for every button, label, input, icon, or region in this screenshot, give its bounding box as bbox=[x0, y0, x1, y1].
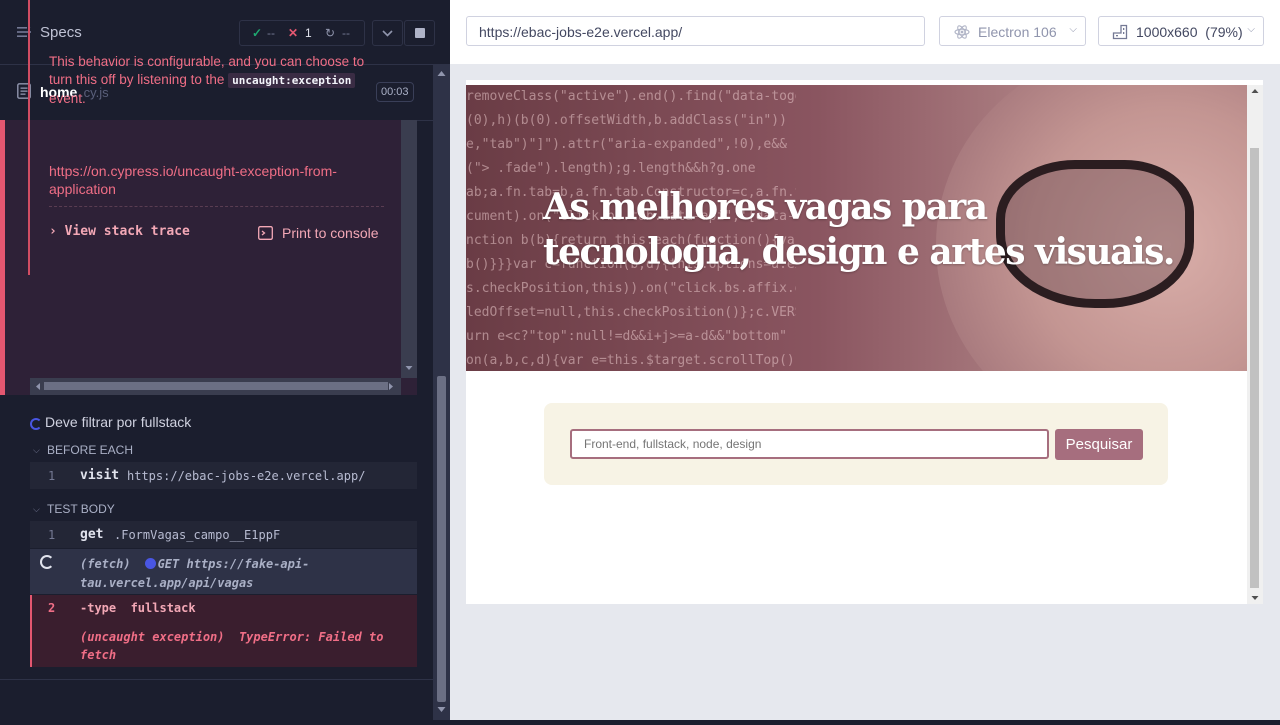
command-message: fullstack bbox=[130, 601, 196, 615]
error-divider bbox=[49, 206, 384, 207]
before-each-header[interactable]: BEFORE EACH bbox=[47, 443, 133, 457]
failed-count: 1 bbox=[305, 26, 312, 40]
browser-selector[interactable]: Electron 106 ⌵ bbox=[939, 16, 1086, 46]
stop-icon bbox=[415, 28, 425, 38]
pending-dot-icon bbox=[144, 558, 156, 569]
command-name: visit bbox=[80, 468, 120, 483]
scroll-down-arrow-icon[interactable] bbox=[401, 120, 417, 378]
docs-link[interactable]: https://on.cypress.io/uncaught-exception… bbox=[49, 162, 369, 198]
error-vertical-scrollbar[interactable] bbox=[401, 120, 417, 378]
reporter-panel: Specs ✓ -- ✕ 1 ↻ -- home .cy.js 00:03 Th… bbox=[0, 0, 450, 720]
stop-button[interactable] bbox=[404, 20, 435, 46]
reporter-scroll-thumb[interactable] bbox=[437, 376, 446, 702]
viewport-dimensions: 1000x660 bbox=[1136, 24, 1198, 40]
app-preview-panel: https://ebac-jobs-e2e.vercel.app/ Electr… bbox=[450, 0, 1280, 720]
pending-count: -- bbox=[342, 26, 350, 40]
ruler-icon bbox=[1112, 24, 1128, 40]
view-stack-trace-label: View stack trace bbox=[64, 224, 190, 239]
viewport-selector[interactable]: 1000x660 (79%) ⌵ bbox=[1098, 16, 1264, 46]
passed-count: -- bbox=[267, 26, 275, 40]
hero-title: As melhores vagas para tecnologia, desig… bbox=[543, 186, 1175, 273]
search-input[interactable] bbox=[570, 429, 1049, 459]
error-prefix: (uncaught exception) bbox=[80, 630, 225, 644]
command-number: 1 bbox=[48, 469, 56, 483]
loading-spinner-icon bbox=[40, 555, 54, 569]
terminal-icon bbox=[258, 226, 273, 240]
print-to-console-button[interactable]: Print to console bbox=[282, 225, 379, 241]
chevron-down-icon: ⌵ bbox=[1069, 24, 1077, 35]
command-row[interactable]: 1 visit https://ebac-jobs-e2e.vercel.app… bbox=[30, 462, 417, 489]
error-text-end: event. bbox=[49, 91, 86, 106]
uncaught-exception-message: (uncaught exception) TypeError: Failed t… bbox=[80, 628, 400, 664]
command-number: 2 bbox=[48, 601, 56, 615]
url-field[interactable]: https://ebac-jobs-e2e.vercel.app/ bbox=[466, 16, 925, 46]
test-title[interactable]: Deve filtrar por fullstack bbox=[45, 414, 191, 430]
pending-icon: ↻ bbox=[325, 26, 336, 40]
chevron-down-icon[interactable]: ⌵ bbox=[33, 504, 40, 515]
reporter-footer-divider bbox=[0, 679, 433, 680]
viewport-size: 1000x660 (79%) bbox=[1136, 24, 1243, 40]
app-scroll-thumb[interactable] bbox=[1250, 148, 1259, 588]
failed-command-name: -type fullstack bbox=[80, 601, 196, 615]
error-border bbox=[28, 0, 30, 275]
view-stack-trace-button[interactable]: › View stack trace bbox=[49, 224, 190, 239]
fetch-command: (fetch) GET https://fake-api-tau.vercel.a… bbox=[80, 555, 340, 593]
command-name: get bbox=[80, 527, 104, 542]
chevron-down-icon[interactable]: ⌵ bbox=[33, 445, 40, 456]
error-code: uncaught:exception bbox=[228, 73, 356, 88]
command-message: .FormVagas_campo__E1ppF bbox=[114, 528, 281, 542]
zoom-level: (79%) bbox=[1205, 24, 1243, 40]
failed-icon: ✕ bbox=[288, 26, 299, 40]
search-button[interactable]: Pesquisar bbox=[1055, 429, 1143, 460]
app-iframe: removeClass("active").end().find("data-t… bbox=[466, 80, 1263, 604]
running-spinner-icon bbox=[30, 418, 42, 430]
specs-label[interactable]: Specs bbox=[40, 24, 82, 41]
command-message: https://ebac-jobs-e2e.vercel.app/ bbox=[127, 469, 366, 483]
chevron-down-icon: ⌵ bbox=[1247, 24, 1255, 35]
horizontal-scroll-thumb[interactable] bbox=[44, 382, 388, 390]
error-message: This behavior is configurable, and you c… bbox=[49, 53, 384, 108]
electron-icon bbox=[954, 25, 970, 39]
browser-toolbar: https://ebac-jobs-e2e.vercel.app/ Electr… bbox=[450, 0, 1280, 64]
command-row[interactable]: 1 get .FormVagas_campo__E1ppF bbox=[30, 521, 417, 548]
fetch-method: GET bbox=[157, 557, 180, 571]
fetch-label: (fetch) bbox=[80, 557, 131, 571]
passed-icon: ✓ bbox=[252, 26, 263, 40]
browser-name: Electron 106 bbox=[978, 24, 1057, 40]
hero-banner: removeClass("active").end().find("data-t… bbox=[466, 85, 1247, 371]
command-number: 1 bbox=[48, 528, 56, 542]
command-name: -type bbox=[80, 601, 117, 615]
test-stats: ✓ -- ✕ 1 ↻ -- bbox=[239, 20, 365, 46]
test-body-header[interactable]: TEST BODY bbox=[47, 502, 115, 516]
collapse-toggle-button[interactable] bbox=[372, 20, 403, 46]
chevron-down-icon bbox=[382, 30, 393, 37]
